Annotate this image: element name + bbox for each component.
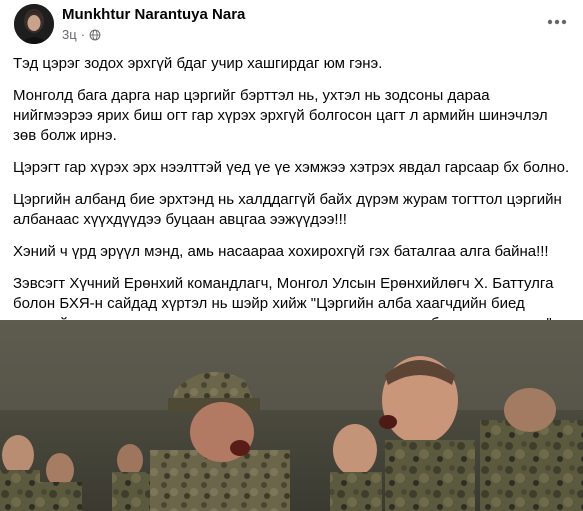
post-paragraph-2: Монголд бага дарга нар цэргийг бэрттэл н… <box>13 87 548 144</box>
post-paragraph-5: Хэний ч үрд эрүүл мэнд, амь насаараа хох… <box>13 243 549 260</box>
post-paragraph-4: Цэргийн албанд бие эрхтэнд нь халддаггүй… <box>13 191 562 228</box>
post-header: Munkhtur Narantuya Nara 3ц · <box>0 0 583 46</box>
post-meta: 3ц · <box>62 27 101 42</box>
globe-icon[interactable] <box>89 29 101 41</box>
post-timestamp[interactable]: 3ц <box>62 27 77 42</box>
avatar[interactable] <box>14 4 54 44</box>
post-paragraph-1: Тэд цэрэг зодох эрхгүй бдаг учир хашгирд… <box>13 55 383 72</box>
post-paragraph-3: Цэрэгт гар хүрэх эрх нээлттэй үед үе үе … <box>13 159 570 176</box>
post-body: Тэд цэрэг зодох эрхгүй бдаг учир хашгирд… <box>13 54 573 346</box>
post-photo[interactable] <box>0 320 583 511</box>
more-options-icon[interactable] <box>543 10 571 34</box>
author-name[interactable]: Munkhtur Narantuya Nara <box>62 6 245 23</box>
